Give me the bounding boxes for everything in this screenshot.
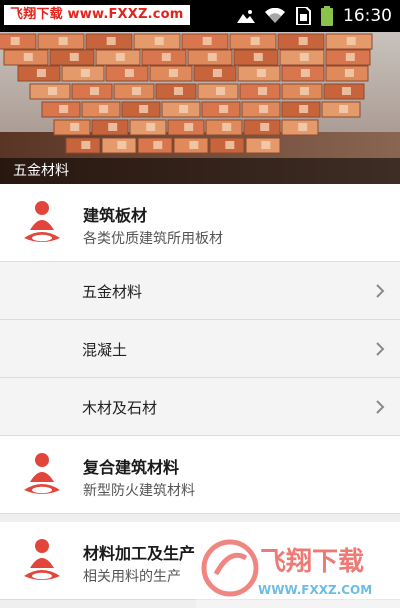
person-meditating-icon xyxy=(20,200,64,246)
subcategory-wood-stone[interactable]: 木材及石材 xyxy=(0,378,400,436)
banner-caption: 五金材料 xyxy=(0,158,400,184)
subcategory-concrete[interactable]: 混凝土 xyxy=(0,320,400,378)
person-meditating-icon xyxy=(20,452,64,498)
subcategory-label: 混凝土 xyxy=(82,341,128,359)
category-subtitle: 相关用料的生产 xyxy=(83,569,181,585)
category-title: 复合建筑材料 xyxy=(83,458,180,477)
wifi-icon xyxy=(265,8,285,24)
sim-icon xyxy=(295,7,311,25)
banner-image[interactable]: 五金材料 xyxy=(0,32,400,184)
clock: 16:30 xyxy=(343,6,392,26)
chevron-right-icon xyxy=(376,342,385,356)
category-title: 建筑板材 xyxy=(83,206,148,225)
category-list: 建筑板材 各类优质建筑所用板材 五金材料 混凝土 木材及石材 复合建筑材料 新型… xyxy=(0,184,400,600)
status-icons: 16:30 xyxy=(237,0,392,32)
chevron-right-icon xyxy=(376,284,385,298)
watermark-top: 飞翔下载 www.FXXZ.com xyxy=(4,5,190,25)
divider xyxy=(0,514,400,522)
category-building-boards[interactable]: 建筑板材 各类优质建筑所用板材 xyxy=(0,184,400,262)
status-bar: 飞翔下载 www.FXXZ.com 16:30 xyxy=(0,0,400,32)
battery-icon xyxy=(321,6,333,26)
chevron-right-icon xyxy=(376,400,385,414)
category-subtitle: 新型防火建筑材料 xyxy=(83,483,195,499)
category-composite-materials[interactable]: 复合建筑材料 新型防火建筑材料 xyxy=(0,436,400,514)
category-title: 材料加工及生产 xyxy=(83,544,196,563)
person-meditating-icon xyxy=(20,538,64,584)
category-subtitle: 各类优质建筑所用板材 xyxy=(83,231,223,247)
category-processing-production[interactable]: 材料加工及生产 相关用料的生产 xyxy=(0,522,400,600)
subcategory-label: 木材及石材 xyxy=(82,399,158,417)
subcategory-hardware[interactable]: 五金材料 xyxy=(0,262,400,320)
photo-icon xyxy=(237,9,255,23)
subcategory-label: 五金材料 xyxy=(82,283,143,301)
